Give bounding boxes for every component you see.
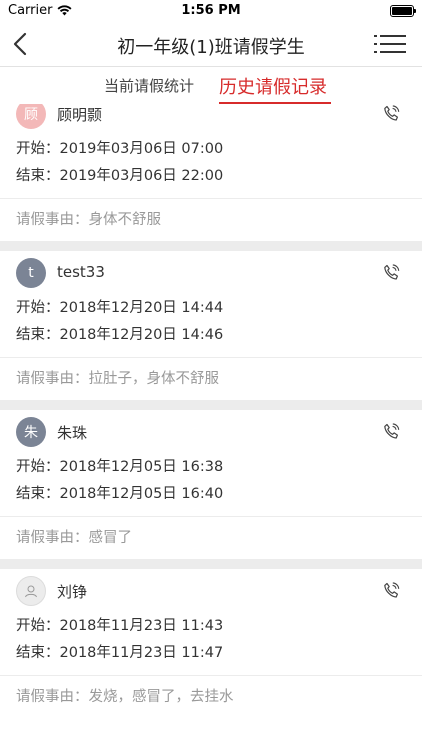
end-time: 2018年12月20日 14:46 xyxy=(59,327,224,343)
avatar: t xyxy=(16,258,46,288)
start-label: 开始： xyxy=(16,618,60,634)
reason-text: 感冒了 xyxy=(88,530,133,546)
section-separator xyxy=(0,400,422,410)
record-header: 刘铮 xyxy=(0,569,422,613)
reason-row: 请假事由：拉肚子，身体不舒服 xyxy=(0,357,422,400)
list-menu-icon[interactable] xyxy=(374,34,406,54)
avatar: 顾 xyxy=(16,104,46,129)
leave-record-card: 刘铮 开始：2018年11月23日 11:43 结束：2018年11月23日 1… xyxy=(0,569,422,718)
end-time-row: 结束：2019年03月06日 22:00 xyxy=(0,163,422,190)
battery-icon xyxy=(390,5,416,17)
end-label: 结束： xyxy=(16,327,60,343)
section-separator xyxy=(0,241,422,251)
tab-leave-history[interactable]: 历史请假记录 xyxy=(219,73,327,99)
record-header: t test33 xyxy=(0,251,422,295)
phone-call-icon[interactable] xyxy=(383,423,400,440)
start-time-row: 开始：2018年12月20日 14:44 xyxy=(0,295,422,322)
start-time: 2018年12月20日 14:44 xyxy=(59,300,224,316)
start-time: 2019年03月06日 07:00 xyxy=(59,141,224,157)
student-name: 顾明颢 xyxy=(57,106,103,124)
reason-row: 请假事由：身体不舒服 xyxy=(0,198,422,241)
start-label: 开始： xyxy=(16,141,60,157)
avatar: 朱 xyxy=(16,417,46,447)
student-name: test33 xyxy=(57,263,105,281)
page-title: 初一年级(1)班请假学生 xyxy=(117,37,305,58)
leave-record-card: 顾 顾明颢 开始：2019年03月06日 07:00 结束：2019年03月06… xyxy=(0,104,422,241)
default-avatar-icon xyxy=(16,576,46,606)
tab-bar: 当前请假统计 历史请假记录 xyxy=(0,67,422,105)
reason-label: 请假事由： xyxy=(16,530,89,546)
end-time: 2019年03月06日 22:00 xyxy=(59,168,224,184)
navigation-bar: 初一年级(1)班请假学生 xyxy=(0,22,422,67)
end-time-row: 结束：2018年12月20日 14:46 xyxy=(0,322,422,349)
end-time-row: 结束：2018年12月05日 16:40 xyxy=(0,481,422,508)
reason-row: 请假事由：发烧，感冒了，去挂水 xyxy=(0,675,422,718)
status-time: 1:56 PM xyxy=(181,3,241,18)
phone-call-icon[interactable] xyxy=(383,264,400,281)
start-time-row: 开始：2018年11月23日 11:43 xyxy=(0,613,422,640)
end-label: 结束： xyxy=(16,645,60,661)
end-time: 2018年12月05日 16:40 xyxy=(59,486,224,502)
reason-text: 发烧，感冒了，去挂水 xyxy=(88,689,234,705)
reason-row: 请假事由：感冒了 xyxy=(0,516,422,559)
record-header: 顾 顾明颢 xyxy=(0,104,422,136)
phone-call-icon[interactable] xyxy=(383,582,400,599)
leave-record-card: t test33 开始：2018年12月20日 14:44 结束：2018年12… xyxy=(0,251,422,400)
start-label: 开始： xyxy=(16,300,60,316)
leave-record-card: 朱 朱珠 开始：2018年12月05日 16:38 结束：2018年12月05日… xyxy=(0,410,422,559)
section-separator xyxy=(0,559,422,569)
student-name: 朱珠 xyxy=(57,424,88,442)
reason-label: 请假事由： xyxy=(16,371,89,387)
reason-text: 身体不舒服 xyxy=(88,212,162,228)
record-header: 朱 朱珠 xyxy=(0,410,422,454)
user-placeholder-icon xyxy=(25,585,37,598)
reason-label: 请假事由： xyxy=(16,689,89,705)
start-time-row: 开始：2019年03月06日 07:00 xyxy=(0,136,422,163)
end-time: 2018年11月23日 11:47 xyxy=(59,645,224,661)
phone-call-icon[interactable] xyxy=(383,105,400,122)
status-bar: Carrier 1:56 PM xyxy=(0,0,422,22)
end-label: 结束： xyxy=(16,486,60,502)
end-time-row: 结束：2018年11月23日 11:47 xyxy=(0,640,422,667)
start-time: 2018年12月05日 16:38 xyxy=(59,459,224,475)
start-time: 2018年11月23日 11:43 xyxy=(59,618,224,634)
reason-text: 拉肚子，身体不舒服 xyxy=(88,371,220,387)
start-label: 开始： xyxy=(16,459,60,475)
reason-label: 请假事由： xyxy=(16,212,89,228)
leave-record-list[interactable]: 顾 顾明颢 开始：2019年03月06日 07:00 结束：2019年03月06… xyxy=(0,104,422,750)
tab-current-leave[interactable]: 当前请假统计 xyxy=(104,75,194,96)
student-name: 刘铮 xyxy=(57,583,88,601)
start-time-row: 开始：2018年12月05日 16:38 xyxy=(0,454,422,481)
end-label: 结束： xyxy=(16,168,60,184)
